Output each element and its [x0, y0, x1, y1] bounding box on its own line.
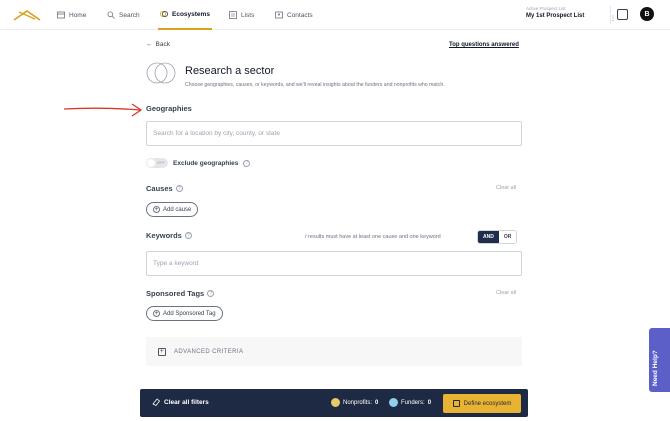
add-cause-label: Add cause [163, 206, 192, 213]
ecosystem-icon [160, 11, 168, 17]
arrow-left-icon: ← [146, 41, 153, 48]
nav-contacts-label: Contacts [287, 11, 313, 19]
nav-home[interactable]: Home [57, 0, 86, 30]
need-help-tab[interactable]: Need Help? [649, 328, 670, 392]
filter-action-bar: Clear all filters Nonprofits: 0 Funders:… [140, 389, 528, 417]
clear-all-filters-label: Clear all filters [164, 398, 209, 406]
help-icon[interactable]: ? [184, 232, 192, 239]
expand-icon: + [158, 347, 166, 356]
plus-icon: + [153, 206, 160, 213]
page-subtitle: Choose geographies, causes, or keywords,… [185, 82, 445, 88]
define-ecosystem-label: Define ecosystem [463, 400, 512, 407]
nonprofits-value: 0 [375, 399, 379, 406]
venn-diagram-icon [146, 62, 176, 84]
top-navbar: Home Search Ecosystems Lists Contacts Ac… [0, 0, 670, 30]
help-icon[interactable]: ? [243, 159, 251, 167]
funders-value: 0 [427, 399, 432, 406]
help-icon[interactable]: ? [207, 290, 215, 297]
eraser-icon [152, 398, 160, 406]
tags-clear-all[interactable]: Clear all [496, 290, 516, 296]
nonprofit-icon [331, 398, 340, 407]
keywords-label-text: Keywords [146, 231, 182, 240]
avatar[interactable]: B [640, 7, 654, 21]
toggle-state: OFF [157, 160, 165, 165]
sponsored-tags-label-text: Sponsored Tags [146, 289, 205, 298]
advanced-criteria-label: ADVANCED CRITERIA [174, 348, 244, 355]
causes-label: Causes ? [146, 184, 183, 193]
keywords-label: Keywords ? [146, 231, 192, 240]
prospect-label: Active Prospect List [526, 6, 566, 11]
plus-icon: + [153, 310, 160, 317]
geographies-label: Geographies [146, 104, 192, 113]
exclude-geographies-label: Exclude geographies [173, 159, 239, 167]
exclude-geographies-row: OFF Exclude geographies ? [146, 158, 251, 168]
nav-home-label: Home [69, 11, 87, 19]
and-option[interactable]: AND [478, 231, 499, 243]
nonprofits-label: Nonprofits: [343, 399, 373, 406]
grid-icon [452, 400, 460, 407]
geographies-label-text: Geographies [146, 104, 192, 113]
causes-label-text: Causes [146, 184, 173, 193]
sponsored-tags-label: Sponsored Tags ? [146, 289, 215, 298]
define-ecosystem-button[interactable]: Define ecosystem [443, 394, 521, 413]
help-icon[interactable]: ? [175, 185, 183, 192]
active-prospect-select[interactable]: Active Prospect List My 1st Prospect Lis… [526, 6, 616, 22]
home-icon [57, 11, 65, 19]
nonprofits-count: Nonprofits: 0 [331, 398, 378, 407]
annotation-arrow-icon [63, 103, 143, 117]
or-option[interactable]: OR [498, 231, 517, 243]
nav-lists[interactable]: Lists [229, 0, 254, 30]
search-icon [107, 11, 115, 19]
add-cause-button[interactable]: + Add cause [146, 202, 199, 217]
funders-label: Funders: [401, 399, 425, 406]
advanced-criteria-toggle[interactable]: + ADVANCED CRITERIA [146, 337, 522, 366]
back-label: Back [155, 41, 170, 48]
nav-ecosystems[interactable]: Ecosystems [158, 0, 212, 30]
exclude-geographies-toggle[interactable]: OFF [146, 158, 168, 168]
nav-search[interactable]: Search [107, 0, 140, 30]
contacts-icon [275, 11, 283, 19]
divider [610, 6, 611, 24]
back-link[interactable]: ← Back [146, 41, 170, 48]
causes-clear-all[interactable]: Clear all [496, 185, 516, 191]
logo-icon[interactable] [13, 8, 41, 22]
page-title: Research a sector [185, 65, 275, 77]
nav-lists-label: Lists [241, 11, 255, 19]
keyword-input[interactable] [146, 251, 522, 276]
top-questions-link[interactable]: Top questions answered [449, 42, 519, 48]
geography-search-input[interactable] [146, 121, 522, 146]
nav-search-label: Search [119, 11, 140, 19]
clear-all-filters-button[interactable]: Clear all filters [152, 398, 209, 406]
list-icon [229, 11, 237, 19]
need-help-label: Need Help? [652, 350, 659, 386]
nav-contacts[interactable]: Contacts [275, 0, 313, 30]
funder-icon [389, 398, 398, 407]
funders-count: Funders: 0 [389, 398, 431, 407]
add-sponsored-tag-button[interactable]: + Add Sponsored Tag [146, 306, 223, 321]
prospect-value: My 1st Prospect List [526, 13, 585, 19]
toggle-knob [147, 159, 155, 167]
keywords-note: / results must have at least one cause a… [305, 234, 441, 240]
add-sponsored-tag-label: Add Sponsored Tag [163, 310, 216, 317]
and-or-toggle: AND OR [477, 230, 518, 244]
nav-ecosystems-label: Ecosystems [172, 10, 210, 18]
calendar-icon[interactable] [617, 9, 628, 20]
